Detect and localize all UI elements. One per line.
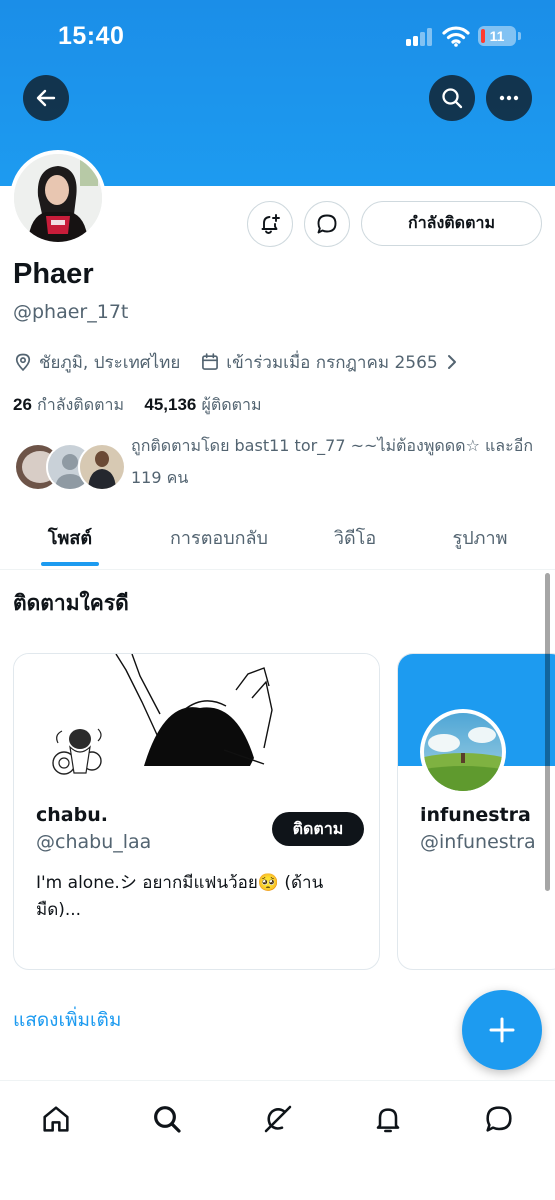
- profile-handle: @phaer_17t: [13, 301, 129, 323]
- status-time: 15:40: [58, 22, 125, 50]
- profile-joined: เข้าร่วมเมื่อ กรกฎาคม 2565: [226, 352, 438, 373]
- scrollbar[interactable]: [545, 573, 550, 891]
- profile-location: ชัยภูมิ, ประเทศไทย: [39, 352, 181, 373]
- nav-grok[interactable]: [258, 1099, 298, 1139]
- location-icon: [15, 353, 31, 372]
- bottom-navigation: [0, 1080, 555, 1200]
- followers-count: 45,136: [144, 395, 197, 414]
- profile-tabs: โพสต์ การตอบกลับ วิดีโอ รูปภาพ: [0, 514, 555, 570]
- followers-label: ผู้ติดตาม: [201, 395, 262, 414]
- search-icon: [154, 1106, 181, 1133]
- card-avatar: [420, 709, 506, 795]
- nav-notifications[interactable]: [368, 1099, 408, 1139]
- tab-replies[interactable]: การตอบกลับ: [152, 514, 286, 570]
- suggestion-card[interactable]: infunestra @infunestra: [397, 653, 555, 970]
- message-icon: [317, 214, 337, 234]
- suggestion-card[interactable]: chabu. @chabu_laa ติดตาม I'm alone.シ อยา…: [13, 653, 380, 970]
- back-arrow-icon: [36, 89, 56, 107]
- card-avatar: [36, 709, 122, 795]
- signal-icon: [406, 28, 434, 46]
- calendar-icon: [202, 353, 219, 370]
- more-button[interactable]: [486, 75, 532, 121]
- following-label: กำลังติดตาม: [37, 395, 125, 414]
- compose-button[interactable]: [462, 990, 542, 1070]
- profile-avatar[interactable]: [10, 150, 106, 246]
- card-name: infunestra: [420, 804, 531, 826]
- card-name: chabu.: [36, 804, 108, 826]
- mutual-avatar: [78, 443, 126, 491]
- battery-label: 11: [489, 28, 505, 44]
- back-button[interactable]: [23, 75, 69, 121]
- avatar-photo: [14, 154, 102, 242]
- nav-messages[interactable]: [479, 1099, 519, 1139]
- search-icon: [442, 88, 463, 109]
- more-icon: [499, 95, 519, 101]
- who-to-follow-title: ติดตามใครดี: [13, 591, 129, 615]
- card-handle: @chabu_laa: [36, 831, 152, 853]
- nav-search[interactable]: [147, 1099, 187, 1139]
- messages-icon: [486, 1106, 512, 1132]
- show-more-link[interactable]: แสดงเพิ่มเติม: [13, 1005, 121, 1035]
- follow-counts: 26 กำลังติดตาม 45,136 ผู้ติดตาม: [13, 393, 262, 418]
- nav-home[interactable]: [36, 1099, 76, 1139]
- chevron-right-icon[interactable]: [446, 354, 458, 370]
- followers-you-know[interactable]: [14, 443, 126, 491]
- battery-tip: [518, 32, 521, 40]
- wifi-icon: [442, 26, 470, 47]
- search-button[interactable]: [429, 75, 475, 121]
- tab-videos[interactable]: วิดีโอ: [310, 514, 400, 570]
- follow-button[interactable]: ติดตาม: [272, 812, 364, 846]
- following-count: 26: [13, 395, 32, 414]
- battery-icon: 11: [478, 26, 516, 46]
- followers-link[interactable]: 45,136 ผู้ติดตาม: [144, 395, 261, 414]
- card-handle: @infunestra: [420, 831, 536, 853]
- display-name: Phaer: [13, 258, 94, 290]
- status-bar: 15:40 11: [0, 0, 555, 74]
- card-bio: I'm alone.シ อยากมีแฟนว้อย🥺 (ด้านมืด)...: [36, 873, 324, 920]
- grok-icon: [264, 1105, 292, 1133]
- followed-by-text[interactable]: ถูกติดตามโดย bast11 tor_77 ~~ไม่ต้องพูดด…: [131, 430, 541, 494]
- notifications-icon: [376, 1108, 400, 1133]
- message-button[interactable]: [304, 201, 350, 247]
- active-tab-indicator: [41, 562, 99, 566]
- bell-plus-icon: [261, 214, 280, 234]
- home-icon: [43, 1106, 69, 1132]
- following-button[interactable]: กำลังติดตาม: [361, 201, 542, 246]
- tab-photos[interactable]: รูปภาพ: [430, 514, 530, 570]
- plus-icon: [489, 1017, 515, 1043]
- following-link[interactable]: 26 กำลังติดตาม: [13, 395, 124, 414]
- profile-meta: ชัยภูมิ, ประเทศไทย เข้าร่วมเมื่อ กรกฎาคม…: [13, 348, 458, 376]
- notify-button[interactable]: [247, 201, 293, 247]
